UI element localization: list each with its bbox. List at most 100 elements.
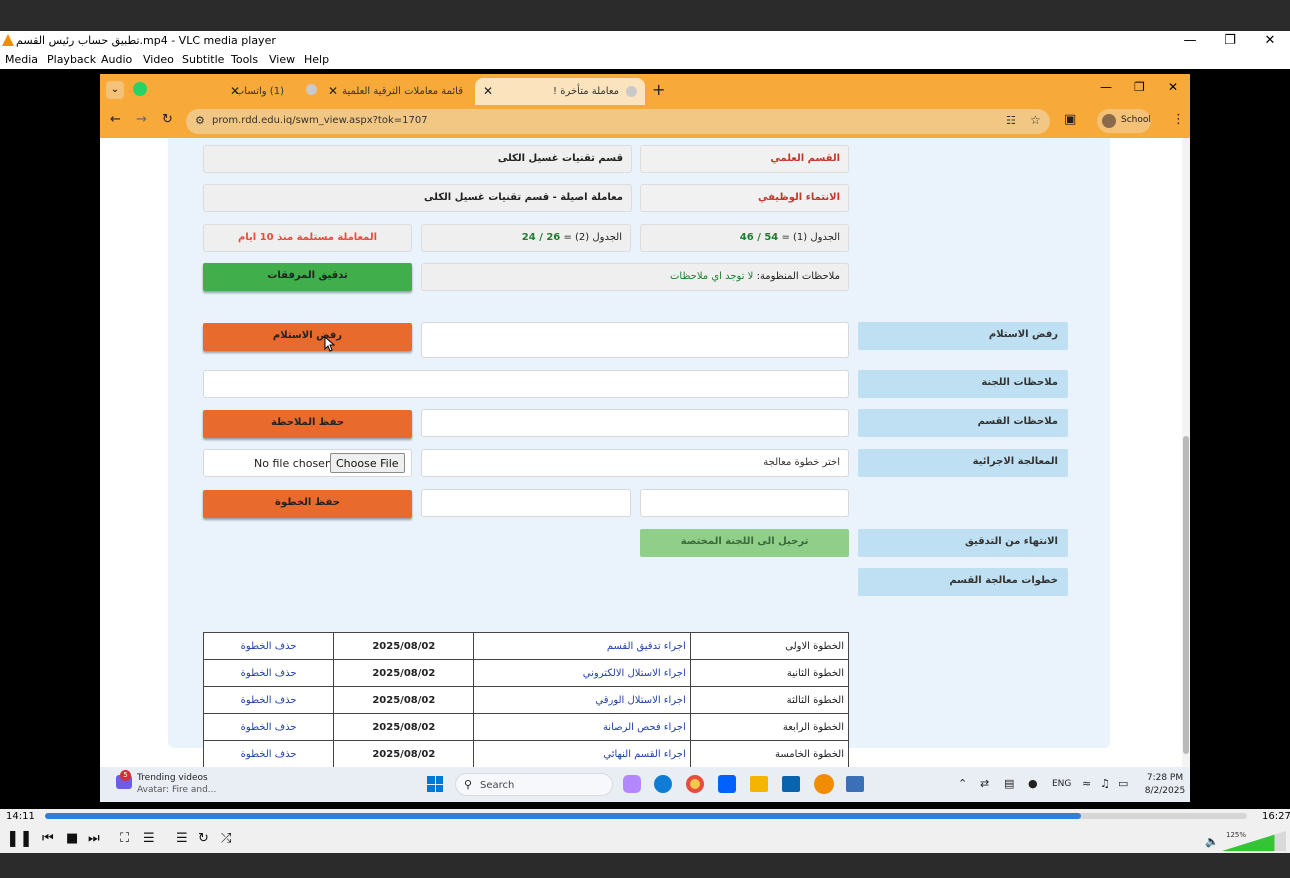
tab-close-icon[interactable]: ✕: [483, 84, 493, 98]
restore-icon[interactable]: ❐: [1134, 80, 1145, 94]
tab-favicon-icon: [306, 84, 317, 95]
previous-icon[interactable]: ⏮: [42, 831, 54, 846]
reload-icon[interactable]: ↻: [162, 112, 173, 127]
new-tab-icon[interactable]: +: [652, 80, 665, 99]
speaker-icon[interactable]: 🔈: [1205, 835, 1219, 848]
translate-icon[interactable]: ☷: [1006, 114, 1016, 127]
profile-button[interactable]: School: [1097, 109, 1151, 133]
step-date: 2025/08/02: [333, 632, 475, 660]
start-icon[interactable]: [427, 776, 443, 792]
step-name: الخطوة الاولى: [689, 632, 850, 660]
menu-tools[interactable]: Tools: [231, 53, 258, 66]
step-action-link[interactable]: اجراء فحص الرصانة: [473, 713, 691, 741]
steps-table: الخطوة الاولى اجراء تدقيق القسم 2025/08/02…: [202, 632, 850, 768]
tab-close-icon[interactable]: ✕: [230, 84, 240, 98]
menu-playback[interactable]: Playback: [47, 53, 96, 66]
menu-subtitle[interactable]: Subtitle: [182, 53, 224, 66]
step-action-link[interactable]: اجراء تدقيق القسم: [473, 632, 691, 660]
dropbox-icon[interactable]: [718, 775, 736, 793]
tab-whatsapp[interactable]: (1) واتساب ✕: [226, 78, 298, 105]
save-note-button[interactable]: حفظ الملاحظة: [203, 410, 412, 438]
extended-settings-icon[interactable]: ☰: [143, 831, 155, 846]
step-field-a[interactable]: [640, 489, 849, 517]
step-action-link[interactable]: اجراء القسم النهائي: [473, 740, 691, 768]
restore-icon[interactable]: ❐: [1210, 32, 1250, 49]
bookmark-star-icon[interactable]: ☆: [1030, 113, 1041, 127]
loop-icon[interactable]: ↻: [198, 831, 209, 846]
edge-icon[interactable]: [654, 775, 672, 793]
menu-video[interactable]: Video: [143, 53, 174, 66]
delete-step-link[interactable]: حذف الخطوة: [202, 713, 335, 741]
language-indicator[interactable]: ENG: [1052, 779, 1071, 789]
address-bar-row: ← → ↻ ⚙ prom.rdd.edu.iq/swm_view.aspx?to…: [100, 105, 1190, 138]
step-field-b[interactable]: [421, 489, 631, 517]
tab-promotions-list[interactable]: قائمة معاملات الترقية العلمية ✕: [326, 78, 471, 105]
pause-icon[interactable]: ❚❚: [6, 828, 33, 847]
close-icon[interactable]: ✕: [1250, 32, 1290, 49]
delete-step-link[interactable]: حذف الخطوة: [202, 632, 335, 660]
table2-value: 26 / 24: [521, 232, 561, 243]
url-bar[interactable]: ⚙ prom.rdd.edu.iq/swm_view.aspx?tok=1707…: [186, 109, 1050, 134]
reject-reason-input[interactable]: [421, 322, 849, 358]
delete-step-link[interactable]: حذف الخطوة: [202, 740, 335, 768]
delete-step-link[interactable]: حذف الخطوة: [202, 686, 335, 714]
wifi-icon[interactable]: ≈: [1082, 777, 1091, 790]
cursor-icon: [324, 336, 336, 352]
menu-kebab-icon[interactable]: ⋮: [1172, 112, 1185, 127]
tab-close-icon[interactable]: ✕: [328, 84, 338, 98]
back-icon[interactable]: ←: [110, 112, 121, 127]
folder-icon[interactable]: [750, 776, 768, 792]
step-date: 2025/08/02: [333, 659, 475, 687]
app-icon[interactable]: [846, 776, 864, 792]
minimize-icon[interactable]: —: [1170, 32, 1210, 49]
vlc-taskbar-icon[interactable]: [814, 774, 834, 794]
battery-icon[interactable]: ▭: [1118, 777, 1128, 790]
dept-label: القسم العلمي: [640, 145, 849, 173]
stop-icon[interactable]: ■: [66, 831, 78, 846]
next-icon[interactable]: ⏭: [88, 831, 100, 846]
close-icon[interactable]: ✕: [1168, 80, 1178, 94]
site-info-icon[interactable]: ⚙: [195, 114, 205, 127]
fullscreen-icon[interactable]: ⛶: [120, 831, 129, 846]
menu-media[interactable]: Media: [5, 53, 38, 66]
network-tray-icon[interactable]: ⇄: [980, 777, 989, 790]
extensions-icon[interactable]: ▣: [1064, 112, 1076, 127]
committee-notes-input[interactable]: [203, 370, 849, 398]
procedure-select[interactable]: اختر خطوة معالجة: [421, 449, 849, 477]
clock-time[interactable]: 7:28 PM: [1145, 773, 1185, 783]
minimize-icon[interactable]: —: [1100, 80, 1112, 94]
dept-notes-input[interactable]: [421, 409, 849, 437]
menu-help[interactable]: Help: [304, 53, 329, 66]
forward-icon[interactable]: →: [136, 112, 147, 127]
file-input[interactable]: No file chosen Choose File: [203, 449, 412, 477]
volume-icon[interactable]: ♫: [1100, 777, 1110, 790]
taskbar-search[interactable]: ⚲ Search: [455, 773, 613, 796]
step-action-link[interactable]: اجراء الاستلال الالكتروني: [473, 659, 691, 687]
playlist-icon[interactable]: ☰: [176, 831, 188, 846]
clock-date[interactable]: 8/2/2025: [1141, 786, 1189, 796]
file-status: No file chosen: [254, 457, 332, 470]
copilot-icon[interactable]: [623, 775, 641, 793]
whatsapp-icon[interactable]: [133, 82, 147, 96]
volume-slider[interactable]: [1222, 831, 1286, 851]
step-action-link[interactable]: اجراء الاستلال الورقي: [473, 686, 691, 714]
reject-button[interactable]: رفض الاستلام: [203, 323, 412, 351]
chevron-up-icon[interactable]: ⌃: [958, 777, 967, 790]
tab-search-icon[interactable]: ⌄: [106, 81, 124, 99]
mail-icon[interactable]: [782, 776, 800, 792]
tray-app-icon[interactable]: ▤: [1004, 777, 1014, 790]
page-content: القسم العلمي قسم تقنيات غسيل الكلى الانت…: [100, 138, 1182, 802]
tab-late-transaction[interactable]: معاملة متأخرة ! ✕: [475, 78, 645, 105]
menu-audio[interactable]: Audio: [101, 53, 132, 66]
check-attachments-button[interactable]: تدقيق المرفقات: [203, 263, 412, 291]
menu-view[interactable]: View: [269, 53, 295, 66]
save-step-button[interactable]: حفظ الخطوة: [203, 490, 412, 518]
choose-file-button[interactable]: Choose File: [330, 453, 405, 473]
forward-to-committee-button[interactable]: ترحيل الى اللجنة المختصة: [640, 529, 849, 557]
delete-step-link[interactable]: حذف الخطوة: [202, 659, 335, 687]
chrome-icon[interactable]: [686, 775, 704, 793]
url-text: prom.rdd.edu.iq/swm_view.aspx?tok=1707: [212, 115, 428, 126]
scrollbar-thumb[interactable]: [1183, 436, 1189, 754]
microphone-icon[interactable]: ●: [1028, 777, 1038, 790]
shuffle-icon[interactable]: ⤮: [221, 831, 231, 846]
